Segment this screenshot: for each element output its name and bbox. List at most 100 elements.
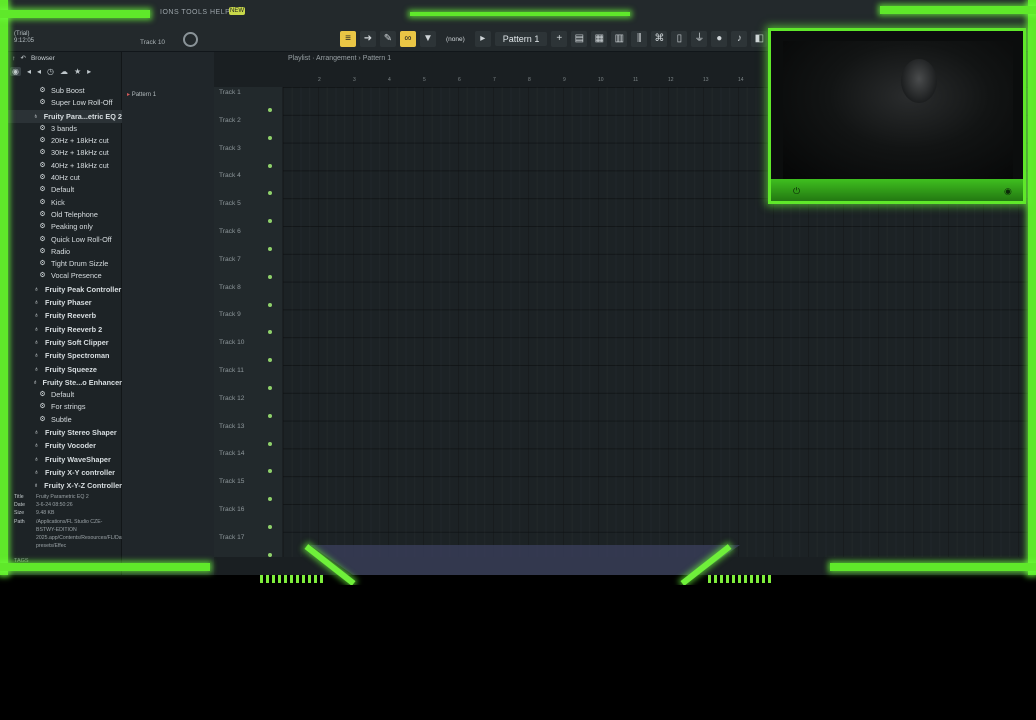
channel-rack-icon[interactable]: ▦	[591, 31, 608, 47]
clock-icon[interactable]: ◷	[47, 67, 54, 76]
browser-plugin-item[interactable]: ♁ Fruity Spectroman	[0, 349, 122, 362]
browser-plugin-item[interactable]: ♁ Fruity Peak Controller	[0, 283, 122, 296]
link-icon[interactable]: ∞	[400, 31, 416, 47]
browser-plugin-item[interactable]: ♁ Fruity X-Y-Z Controller	[0, 479, 122, 492]
track-enable-led[interactable]	[268, 108, 272, 112]
camera-icon[interactable]: ◧	[751, 31, 768, 47]
track-enable-led[interactable]	[268, 469, 272, 474]
more-icon[interactable]: ▸	[87, 67, 91, 76]
track-enable-led[interactable]	[268, 274, 272, 279]
file-size-value: 9.48 KB	[36, 510, 55, 517]
track-label[interactable]: Track 14	[219, 450, 244, 457]
mic-icon[interactable]: ♪	[731, 31, 748, 47]
browser-preset-item[interactable]: ⚙ 40Hz + 18kHz cut	[0, 160, 122, 172]
webcam-bar	[771, 179, 1023, 201]
track-enable-led[interactable]	[268, 413, 272, 418]
track-label[interactable]: Track 2	[219, 117, 241, 124]
arrow-up-icon[interactable]: ↑	[12, 55, 15, 62]
track-enable-led[interactable]	[268, 191, 272, 196]
browser-preset-item[interactable]: ⚙ 30Hz + 18kHz cut	[0, 147, 122, 159]
browser-plugin-item[interactable]: ♁ Fruity Soft Clipper	[0, 336, 122, 349]
browser-preset-item[interactable]: ⚙ Default	[0, 184, 122, 196]
track-label[interactable]: Track 16	[219, 506, 244, 513]
track-enable-led[interactable]	[268, 247, 272, 251]
track-label[interactable]: Track 7	[219, 256, 241, 263]
none-select[interactable]: (none)	[440, 36, 471, 43]
pattern-select[interactable]: Pattern 1	[494, 32, 548, 46]
menu-bar[interactable]: IONS TOOLS HELP	[160, 9, 230, 16]
star-icon[interactable]: ★	[74, 67, 81, 76]
browser-preset-item[interactable]: ⚙ Sub Boost	[0, 85, 122, 97]
browser-plugin-item[interactable]: ♁ Fruity X-Y controller	[0, 466, 122, 479]
browser-preset-item[interactable]: ⚙ 40Hz cut	[0, 172, 122, 184]
track-label[interactable]: Track 5	[219, 200, 241, 207]
browser-preset-item[interactable]: ⚙ Tight Drum Sizzle	[0, 258, 122, 270]
track-label[interactable]: Track 8	[219, 284, 241, 291]
pattern-item[interactable]: ▸ Pattern 1	[127, 91, 156, 98]
file-path-key: Path	[14, 518, 25, 525]
track-label[interactable]: Track 13	[219, 423, 244, 430]
cloud-icon[interactable]: ☁	[60, 67, 68, 76]
pencil-icon[interactable]: ✎	[380, 31, 396, 47]
browser-preset-item[interactable]: ⚙ 3 bands	[0, 123, 122, 135]
arrow-right-icon[interactable]: ➜	[360, 31, 376, 47]
track-label[interactable]: Track 17	[219, 534, 244, 541]
browser-preset-item[interactable]: ⚙ Super Low Roll-Off	[0, 97, 122, 109]
track-label[interactable]: Track 4	[219, 172, 241, 179]
browser-preset-item[interactable]: ⚙ Radio	[0, 246, 122, 258]
track-enable-led[interactable]	[268, 358, 272, 363]
master-knob[interactable]	[183, 32, 198, 47]
track-label[interactable]: Track 10	[219, 339, 244, 346]
piano-roll-icon[interactable]: ▥	[611, 31, 628, 47]
track-enable-led[interactable]	[268, 386, 272, 390]
browser-plugin-item[interactable]: ♁ Fruity Stereo Shaper	[0, 426, 122, 439]
track-enable-led[interactable]	[268, 163, 272, 168]
track-enable-led[interactable]	[268, 135, 272, 140]
browser-plugin-item[interactable]: ♁ Fruity WaveShaper	[0, 453, 122, 466]
browser-preset-item[interactable]: ⚙ Quick Low Roll-Off	[0, 234, 122, 246]
track-enable-led[interactable]	[268, 219, 272, 224]
play-arrow-icon[interactable]: ▸	[474, 31, 491, 47]
forward-icon[interactable]: ◂	[37, 67, 41, 76]
all-icon[interactable]: ◉	[10, 66, 21, 76]
browser-plugin-item[interactable]: ♁ Fruity Ste...o Enhancer	[0, 376, 122, 389]
routing-icon[interactable]: ⌘	[651, 31, 668, 47]
back-icon[interactable]: ◂	[27, 67, 31, 76]
track-enable-led[interactable]	[268, 441, 272, 446]
browser-plugin-item[interactable]: ♁ Fruity Squeeze	[0, 363, 122, 376]
plug-icon[interactable]: ⏚	[691, 31, 708, 47]
plus-icon[interactable]: +	[551, 31, 568, 47]
browser-plugin-item[interactable]: ♁ Fruity Vocoder	[0, 439, 122, 452]
snap-icon[interactable]: ≡	[340, 31, 356, 47]
track-label[interactable]: Track 9	[219, 311, 241, 318]
track-label[interactable]: Track 1	[219, 89, 241, 96]
mixer-icon[interactable]: ▤	[571, 31, 588, 47]
track-enable-led[interactable]	[268, 330, 272, 335]
track-enable-led[interactable]	[268, 497, 272, 502]
record-icon[interactable]: ●	[711, 31, 728, 47]
undo-icon[interactable]: ↶	[21, 54, 26, 62]
browser-plugin-item[interactable]: ♁ Fruity Reeverb	[0, 309, 122, 322]
browser-preset-item[interactable]: ⚙ 20Hz + 18kHz cut	[0, 135, 122, 147]
faders-icon[interactable]: ⫼	[631, 31, 648, 47]
browser-preset-item[interactable]: ⚙ Default	[0, 389, 122, 401]
browser-preset-item[interactable]: ⚙ Old Telephone	[0, 209, 122, 221]
browser-plugin-item[interactable]: ♁ Fruity Reeverb 2	[0, 323, 122, 336]
browser-plugin-item[interactable]: ♁ Fruity Phaser	[0, 296, 122, 309]
track-enable-led[interactable]	[268, 525, 272, 529]
browser-preset-item[interactable]: ⚙ For strings	[0, 401, 122, 413]
stamp-icon[interactable]: ▼	[420, 31, 436, 47]
browser-plugin-item[interactable]: ♁ Fruity Para...etric EQ 2	[0, 109, 122, 123]
track-label[interactable]: Track 3	[219, 145, 241, 152]
browser-preset-item[interactable]: ⚙ Vocal Presence	[0, 270, 122, 282]
browser-preset-item[interactable]: ⚙ Kick	[0, 197, 122, 209]
browser-preset-item[interactable]: ⚙ Peaking only	[0, 221, 122, 233]
track-enable-led[interactable]	[268, 552, 272, 557]
track-enable-led[interactable]	[268, 302, 272, 307]
track-label[interactable]: Track 12	[219, 395, 244, 402]
file-icon[interactable]: ▯	[671, 31, 688, 47]
track-label[interactable]: Track 15	[219, 478, 244, 485]
browser-preset-item[interactable]: ⚙ Subtle	[0, 414, 122, 426]
track-label[interactable]: Track 6	[219, 228, 241, 235]
track-label[interactable]: Track 11	[219, 367, 244, 374]
